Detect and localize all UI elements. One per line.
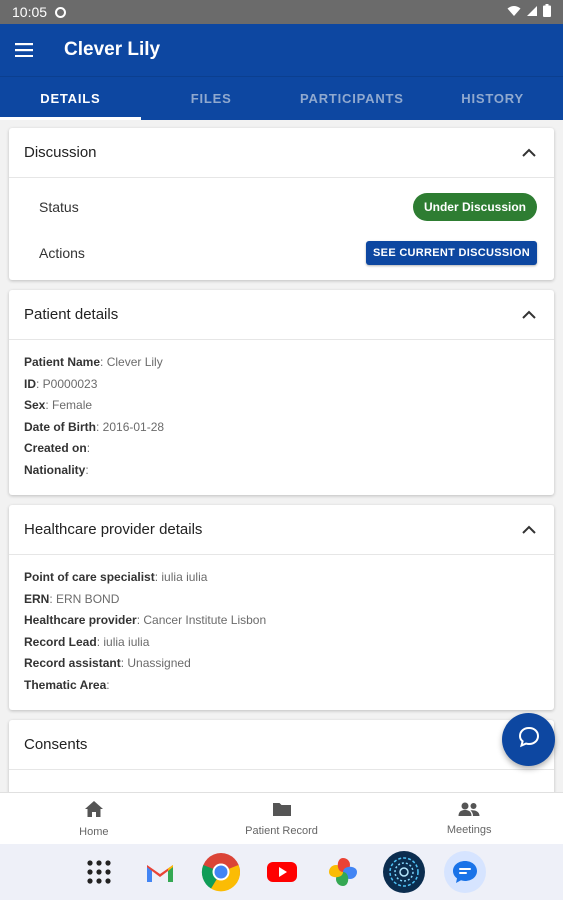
home-icon <box>84 800 104 823</box>
tab-history[interactable]: HISTORY <box>422 77 563 120</box>
thematic-area-field: Thematic Area: <box>24 677 110 692</box>
status-row: Status Under Discussion <box>9 184 554 230</box>
patient-name-field: Patient Name: Clever Lily <box>24 355 163 369</box>
hamburger-icon[interactable] <box>2 24 46 76</box>
system-status-bar: 10:05 <box>0 0 563 24</box>
page-title: Clever Lily <box>64 39 161 60</box>
bottom-navigation: Home Patient Record Meetings <box>0 792 563 844</box>
provider-details-card: Healthcare provider details Point of car… <box>9 505 554 710</box>
orbit-app-icon[interactable] <box>382 851 425 893</box>
actions-label: Actions <box>39 245 85 261</box>
consents-header[interactable]: Consents <box>9 720 554 770</box>
chat-fab-button[interactable] <box>502 713 555 766</box>
consents-title: Consents <box>24 736 88 753</box>
record-lead-field: Record Lead: iulia iulia <box>24 634 150 649</box>
ern-field: ERN: ERN BOND <box>24 591 120 606</box>
patient-dob-field: Date of Birth: 2016-01-28 <box>24 419 165 434</box>
folder-icon <box>272 801 292 822</box>
nav-patient-record-label: Patient Record <box>245 824 318 837</box>
photos-icon[interactable] <box>322 851 364 893</box>
tab-bar: DETAILS FILES PARTICIPANTS HISTORY <box>0 76 563 120</box>
patient-created-field: Created on: <box>24 441 91 455</box>
nav-meetings[interactable]: Meetings <box>375 793 563 844</box>
chat-bubble-icon <box>517 725 541 754</box>
notification-icon <box>55 6 67 18</box>
gmail-icon[interactable] <box>139 851 181 893</box>
battery-icon <box>543 4 551 20</box>
patient-details-header[interactable]: Patient details <box>9 290 554 340</box>
discussion-header[interactable]: Discussion <box>9 128 554 178</box>
youtube-icon[interactable] <box>261 851 303 893</box>
messages-icon[interactable] <box>443 851 486 893</box>
consents-card: Consents <box>9 720 554 792</box>
clock: 10:05 <box>12 4 48 20</box>
discussion-card: Discussion Status Under Discussion Actio… <box>9 128 554 280</box>
wifi-icon <box>507 5 521 20</box>
chevron-up-icon[interactable] <box>520 144 538 162</box>
chevron-up-icon[interactable] <box>520 306 538 324</box>
chevron-up-icon[interactable] <box>520 521 538 539</box>
system-dock <box>0 844 563 900</box>
provider-details-header[interactable]: Healthcare provider details <box>9 505 554 555</box>
signal-icon <box>526 5 538 20</box>
provider-details-title: Healthcare provider details <box>24 521 203 538</box>
patient-details-body: Patient Name: Clever Lily ID: P0000023 S… <box>9 340 554 495</box>
tab-participants[interactable]: PARTICIPANTS <box>282 77 423 120</box>
app-bar: Clever Lily <box>0 24 563 76</box>
healthcare-provider-field: Healthcare provider: Cancer Institute Li… <box>24 613 267 627</box>
patient-id-field: ID: P0000023 <box>24 376 98 391</box>
patient-details-title: Patient details <box>24 306 119 323</box>
details-content[interactable]: Discussion Status Under Discussion Actio… <box>0 120 563 792</box>
nav-home-label: Home <box>79 825 109 838</box>
status-badge: Under Discussion <box>412 193 537 221</box>
patient-sex-field: Sex: Female <box>24 398 93 412</box>
nav-meetings-label: Meetings <box>446 823 492 836</box>
discussion-title: Discussion <box>24 144 97 161</box>
see-current-discussion-button[interactable]: SEE CURRENT DISCUSSION <box>366 241 537 265</box>
system-icons <box>507 4 551 20</box>
record-assistant-field: Record assistant: Unassigned <box>24 656 191 670</box>
status-label: Status <box>39 199 79 215</box>
point-of-care-specialist-field: Point of care specialist: iulia iulia <box>24 570 208 584</box>
patient-details-card: Patient details Patient Name: Clever Lil… <box>9 290 554 495</box>
patient-nationality-field: Nationality: <box>24 462 89 477</box>
people-icon <box>458 802 480 821</box>
provider-details-body: Point of care specialist: iulia iulia ER… <box>9 555 554 710</box>
tab-files[interactable]: FILES <box>141 77 282 120</box>
tab-details[interactable]: DETAILS <box>0 77 141 120</box>
app-drawer-icon[interactable] <box>78 851 120 893</box>
nav-home[interactable]: Home <box>0 793 188 844</box>
chrome-icon[interactable] <box>200 851 242 893</box>
actions-row: Actions SEE CURRENT DISCUSSION <box>9 230 554 276</box>
discussion-body: Status Under Discussion Actions SEE CURR… <box>9 178 554 280</box>
nav-patient-record[interactable]: Patient Record <box>188 793 376 844</box>
